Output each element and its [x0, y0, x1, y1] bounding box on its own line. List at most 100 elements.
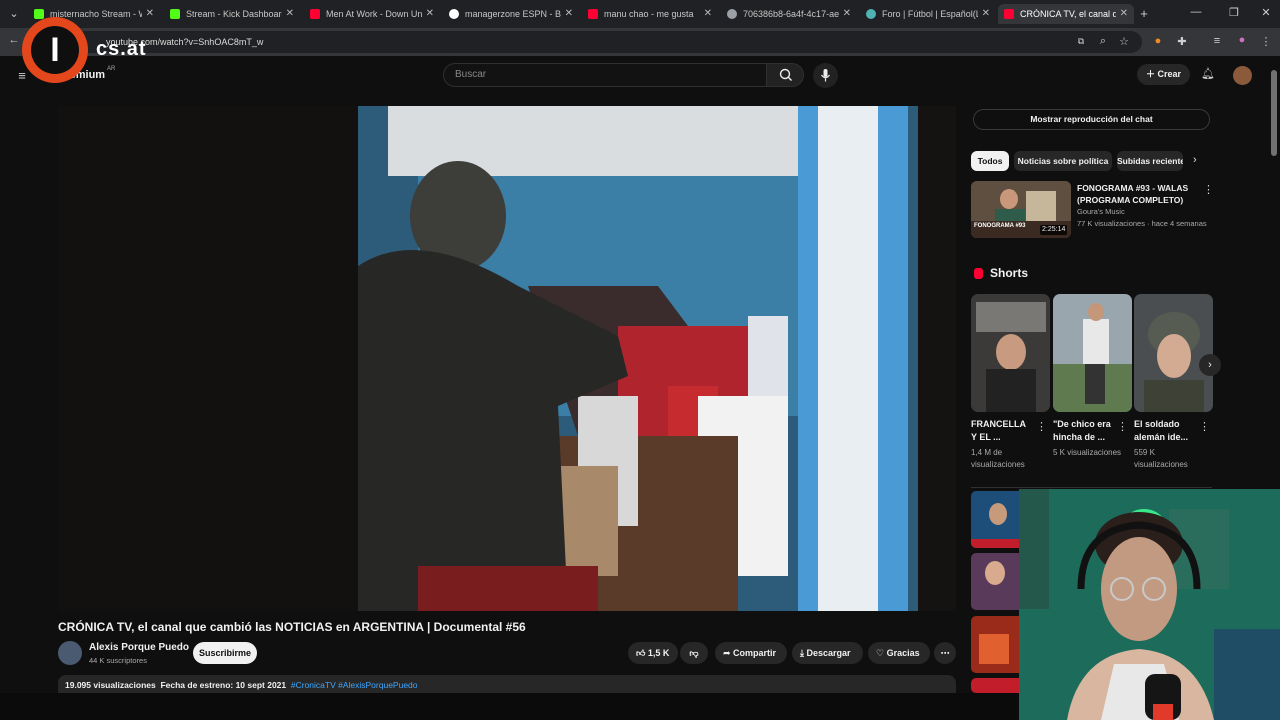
extension-fox-icon[interactable]: ● [1150, 35, 1166, 47]
download-button[interactable]: ⤓ Descargar [792, 642, 863, 664]
channel-logo: I [22, 17, 88, 83]
share-button[interactable]: ➦ Compartir [715, 642, 787, 664]
browser-tab[interactable]: Men At Work - Down Under✕ [304, 4, 440, 24]
browser-tab-active[interactable]: CRÓNICA TV, el canal q ✕ [998, 4, 1134, 24]
close-tab-icon[interactable]: ✕ [565, 8, 573, 19]
install-app-icon[interactable]: ⧉ [1073, 36, 1089, 47]
sidebar-video-thumbnail[interactable] [971, 616, 1019, 673]
sidebar-video-thumbnail[interactable] [971, 491, 1019, 548]
like-button[interactable]: 👍︎ 1,5 K [628, 642, 678, 664]
shorts-logo-icon [974, 268, 983, 279]
voice-search-button[interactable] [813, 63, 838, 88]
chip-all[interactable]: Todos [971, 151, 1009, 171]
short-image [1134, 294, 1213, 412]
recommendation-title[interactable]: FONOGRAMA #93 - WALAS (PROGRAMA COMPLETO… [1077, 182, 1205, 206]
close-tab-icon[interactable]: ✕ [843, 8, 851, 19]
browser-tab[interactable]: 706386b8-6a4f-4c17-aefb ✕ [721, 4, 857, 24]
channel-avatar[interactable] [58, 641, 82, 665]
subscribe-button[interactable]: Suscribirme [193, 642, 257, 664]
extensions-puzzle-icon[interactable]: ✚ [1174, 35, 1190, 48]
share-arrow-icon: ➦ [723, 648, 734, 658]
thanks-button[interactable]: ♡ Gracias [868, 642, 930, 664]
more-vertical-icon[interactable]: ⋮ [1117, 420, 1128, 433]
close-tab-icon[interactable]: ✕ [426, 8, 434, 19]
short-thumbnail[interactable] [971, 294, 1050, 412]
create-button[interactable]: ＋ Crear [1137, 64, 1190, 85]
page-scrollbar[interactable] [1271, 70, 1277, 156]
close-tab-icon[interactable]: ✕ [1120, 8, 1128, 19]
video-player[interactable] [58, 106, 956, 611]
chevron-right-icon[interactable]: › [1193, 154, 1197, 166]
short-title[interactable]: FRANCELLA Y EL ... [971, 418, 1031, 444]
back-arrow-icon[interactable]: ← [6, 34, 22, 46]
zoom-icon[interactable]: ⌕ [1095, 35, 1111, 48]
kick-favicon-icon [170, 9, 180, 19]
browser-menu-icon[interactable]: ⋮ [1258, 35, 1274, 48]
bookmark-star-icon[interactable]: ☆ [1116, 35, 1132, 48]
youtube-favicon-icon [1004, 9, 1014, 19]
media-control-icon[interactable]: ≡ [1209, 35, 1225, 47]
short-views: 559 K visualizaciones [1134, 448, 1188, 469]
dislike-button[interactable]: 👎︎ [680, 642, 708, 664]
close-window-icon[interactable]: ✕ [1258, 6, 1274, 19]
notifications-bell-icon[interactable]: 🔔︎ [1200, 67, 1216, 80]
shorts-next-chevron-icon[interactable]: › [1199, 354, 1221, 376]
user-avatar[interactable] [1233, 66, 1252, 85]
thumbnail-label: FONOGRAMA #93 [974, 223, 1026, 229]
short-title[interactable]: "De chico era hincha de ... [1053, 418, 1113, 444]
short-image [971, 294, 1050, 412]
browser-tab[interactable]: managerzone ESPN - Buscar✕ [443, 4, 579, 24]
short-image [1053, 294, 1132, 412]
recommendation-channel[interactable]: Goura's Music [1077, 207, 1125, 216]
microphone-icon [821, 69, 830, 82]
channel-name[interactable]: Alexis Porque Puedo [89, 642, 189, 653]
more-vertical-icon[interactable]: ⋮ [1199, 420, 1210, 433]
more-actions-button[interactable]: ⋯ [934, 642, 956, 664]
video-title: CRÓNICA TV, el canal que cambió las NOTI… [58, 620, 526, 634]
tab-search-icon[interactable]: ⌄ [6, 7, 22, 20]
short-views: 1,4 M de visualizaciones [971, 448, 1025, 469]
thumbs-down-icon: 👎︎ [689, 648, 699, 658]
more-vertical-icon[interactable]: ⋮ [1036, 420, 1047, 433]
premiere-date: Fecha de estreno: 10 sept 2021 [160, 680, 287, 690]
browser-tab[interactable]: Stream - Kick Dashboard ✕ [164, 4, 300, 24]
short-title[interactable]: El soldado alemán ide... [1134, 418, 1194, 444]
section-divider [971, 487, 1212, 488]
globe-favicon-icon [727, 9, 737, 19]
close-tab-icon[interactable]: ✕ [982, 8, 990, 19]
youtube-favicon-icon [310, 9, 320, 19]
close-tab-icon[interactable]: ✕ [286, 8, 294, 19]
show-chat-replay-button[interactable]: Mostrar reproducción del chat [973, 109, 1210, 130]
youtube-header: ≡ Premium AR Buscar ＋ Crear 🔔︎ [0, 56, 1280, 94]
webcam-image [1019, 489, 1280, 720]
search-button[interactable] [766, 63, 804, 87]
chip-recent-uploads[interactable]: Subidas recientes [1117, 151, 1183, 171]
shorts-heading: Shorts [990, 266, 1029, 280]
close-tab-icon[interactable]: ✕ [704, 8, 712, 19]
address-bar[interactable]: youtube.com/watch?v=SnhOAC8mT_w [66, 31, 1142, 53]
sidebar-video-thumbnail[interactable] [971, 678, 1019, 693]
sidebar-video-thumbnail[interactable] [971, 553, 1019, 610]
video-frame [58, 106, 956, 611]
chip-politics-news[interactable]: Noticias sobre política [1014, 151, 1112, 171]
profile-avatar-icon[interactable]: ● [1234, 34, 1250, 46]
thumbs-up-icon: 👍︎ [636, 648, 648, 658]
youtube-favicon-icon [588, 9, 598, 19]
region-label: AR [107, 66, 116, 72]
hashtags[interactable]: #CronicaTV #AlexisPorquePuedo [291, 680, 418, 690]
short-thumbnail[interactable] [1053, 294, 1132, 412]
more-dots-icon: ⋯ [940, 648, 950, 658]
video-duration: 2:25:14 [1040, 225, 1068, 235]
short-thumbnail[interactable] [1134, 294, 1213, 412]
browser-tab-strip: ⌄ misternacho Stream - Watch✕ Stream - K… [0, 0, 1280, 28]
more-vertical-icon[interactable]: ⋮ [1203, 183, 1214, 196]
browser-tab[interactable]: manu chao - me gusta ✕ [582, 4, 718, 24]
close-tab-icon[interactable]: ✕ [146, 8, 154, 19]
browser-tab[interactable]: Foro | Fútbol | Español(La ✕ [860, 4, 996, 24]
search-input[interactable]: Buscar [443, 63, 767, 87]
minimize-window-icon[interactable]: — [1188, 6, 1204, 18]
new-tab-plus-icon[interactable]: + [1136, 6, 1152, 21]
view-count: 19.095 visualizaciones [65, 680, 156, 690]
restore-window-icon[interactable]: ❐ [1226, 6, 1242, 19]
logo-text: cs.at [96, 38, 147, 60]
